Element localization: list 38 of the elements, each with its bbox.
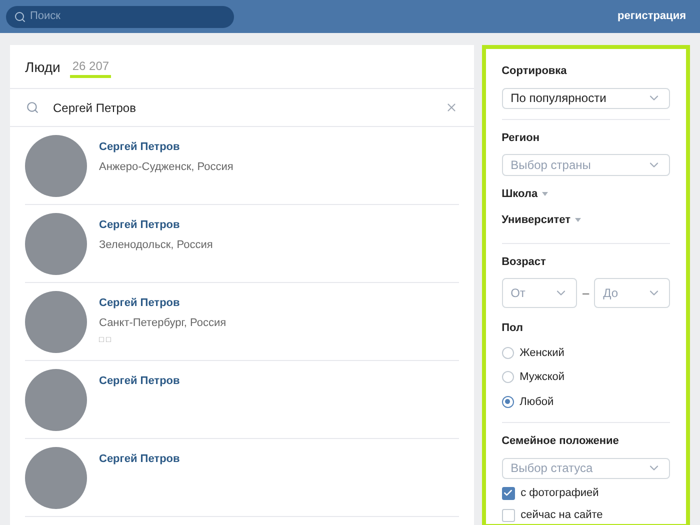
people-title: Люди (25, 58, 60, 77)
checkbox-label: сейчас на сайте (520, 508, 603, 524)
person-name[interactable]: Сергей Петров (99, 139, 234, 156)
close-icon[interactable] (444, 101, 458, 114)
query-field[interactable]: Сергей Петров (53, 98, 431, 116)
checkbox-label: с фотографией (520, 486, 599, 501)
filter-label: Пол (502, 321, 524, 336)
person-city: Санкт-Петербург, Россия (99, 316, 226, 330)
radio-button[interactable] (502, 346, 514, 359)
search-field[interactable]: Поиск (6, 6, 234, 28)
filter-label: Сортировка (502, 64, 568, 79)
filter-label: Возраст (502, 254, 547, 270)
filter-label: Регион (502, 130, 540, 146)
filter-label: Семейное положение (502, 434, 620, 450)
person-city: Зеленодольск, Россия (99, 238, 213, 252)
radio-button[interactable] (502, 396, 514, 408)
radio-label: Мужской (520, 370, 565, 386)
filter-dropdown-link[interactable]: Школа (502, 186, 670, 202)
checkbox[interactable] (502, 486, 515, 500)
sort-select[interactable]: По популярности (502, 88, 670, 109)
person-name[interactable]: Сергей Петров (99, 451, 180, 468)
register-link[interactable]: регистрация (618, 8, 694, 25)
radio-button[interactable] (502, 371, 514, 384)
person-name[interactable]: Сергей Петров (99, 217, 213, 234)
checkbox[interactable] (502, 509, 515, 522)
person-city: Анжеро-Судженск, Россия (99, 160, 234, 174)
radio-label: Любой (520, 394, 554, 410)
search-icon (14, 10, 26, 22)
person-extra: □ □ (99, 334, 112, 346)
range-dash: – (582, 285, 590, 302)
radio-label: Женский (520, 346, 564, 361)
filter-dropdown-link[interactable]: Университет (502, 212, 670, 229)
results-count: 26 207 (70, 57, 112, 78)
person-name[interactable]: Сергей Петров (99, 373, 180, 390)
caret-icon (542, 192, 548, 196)
search-icon (26, 101, 39, 114)
person-name[interactable]: Сергей Петров (99, 295, 226, 312)
caret-icon (574, 218, 581, 222)
